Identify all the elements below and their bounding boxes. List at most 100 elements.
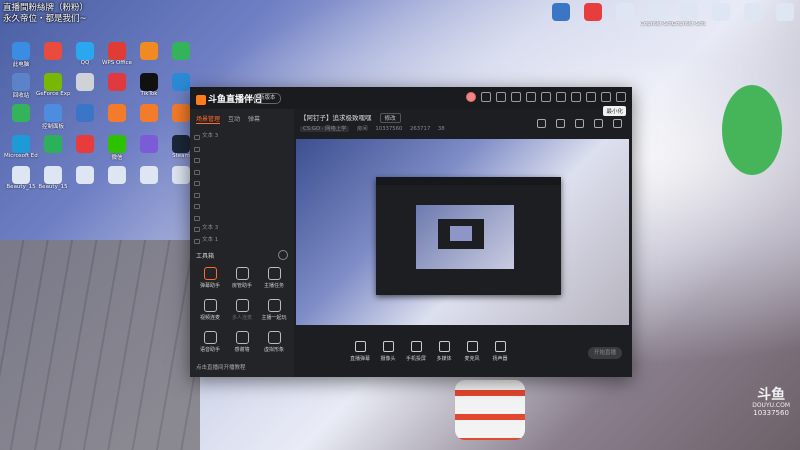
stream-preview[interactable]	[296, 139, 629, 325]
shop-icon[interactable]	[526, 92, 536, 102]
desktop-icon[interactable]	[704, 3, 738, 21]
layout-icon[interactable]	[537, 119, 546, 128]
desktop-icon[interactable]: Beauty_15	[4, 166, 38, 190]
desktop-icon[interactable]	[132, 42, 166, 60]
tool-button[interactable]: 主播一起玩	[258, 299, 290, 321]
control-button[interactable]: 摄像头	[374, 340, 402, 362]
control-button[interactable]: 麦克风	[458, 340, 486, 362]
tab-scene[interactable]: 场景管理	[196, 114, 221, 124]
tool-button[interactable]: 主播任务	[258, 267, 290, 289]
tab-interact[interactable]: 互动	[228, 114, 240, 124]
scene-source-item[interactable]: 文本 3	[194, 131, 290, 143]
gift-icon[interactable]	[511, 92, 521, 102]
tool-button[interactable]: 感谢墙	[226, 331, 258, 353]
scene-source-item[interactable]	[194, 212, 290, 224]
scene-source-item[interactable]	[194, 154, 290, 166]
desktop-icon[interactable]	[68, 73, 102, 91]
tool-label: 弹幕助手	[199, 283, 220, 289]
scene-source-item[interactable]: 文本 3	[194, 223, 290, 235]
desktop-icon-label: Beauty_15	[38, 184, 68, 190]
close-icon[interactable]	[616, 92, 626, 102]
lock-icon[interactable]	[556, 119, 565, 128]
scene-source-item[interactable]	[194, 177, 290, 189]
desktop-icon[interactable]	[68, 135, 102, 153]
tool-button[interactable]: 视频连麦	[194, 299, 226, 321]
scene-source-list: 文本 3 文本 3 文本 1	[190, 129, 294, 248]
desktop-icon[interactable]	[36, 135, 70, 153]
tool-label: 主播一起玩	[261, 315, 287, 321]
desktop-icon[interactable]	[100, 104, 134, 122]
desktop-icon[interactable]	[68, 166, 102, 184]
desktop-icon-label: WPS Office	[101, 60, 133, 66]
scene-source-item[interactable]	[194, 189, 290, 201]
tab-danmu[interactable]: 弹幕	[248, 114, 260, 124]
tutorial-link[interactable]: 点击直播间开播教程	[196, 363, 246, 371]
desktop-icon[interactable]	[544, 3, 578, 21]
headset-icon[interactable]	[481, 92, 491, 102]
desktop-icon[interactable]	[36, 42, 70, 60]
control-button[interactable]: 手机投屏	[402, 340, 430, 362]
message-icon[interactable]	[496, 92, 506, 102]
add-tool-icon[interactable]	[278, 250, 288, 260]
control-icon	[466, 340, 478, 352]
desktop-icon[interactable]: Microsoft Edge	[4, 135, 38, 159]
desktop-icon[interactable]	[164, 42, 198, 60]
desktop-icon[interactable]	[132, 104, 166, 122]
tool-button[interactable]: 房管助手	[226, 267, 258, 289]
douyu-live-companion-window[interactable]: 斗鱼直播伴侣 新版本 最小化 场景管理 互动 弹幕 文本 3 文本 3 文本 1 工…	[190, 87, 632, 377]
start-live-button[interactable]: 开始直播	[588, 347, 622, 359]
version-badge[interactable]: 新版本	[254, 93, 281, 104]
desktop-icon[interactable]: Counter-Strike Global Of...	[640, 3, 674, 27]
scene-source-item[interactable]	[194, 200, 290, 212]
desktop-icon[interactable]	[68, 104, 102, 122]
diamond-icon[interactable]	[541, 92, 551, 102]
desktop-icon[interactable]: 控制面板	[36, 104, 70, 130]
tool-button[interactable]: 弹幕助手	[194, 267, 226, 289]
maximize-icon[interactable]	[601, 92, 611, 102]
desktop-icon[interactable]	[608, 3, 642, 21]
app-logo: 斗鱼直播伴侣	[196, 92, 262, 105]
desktop-icon[interactable]: 此电脑	[4, 42, 38, 68]
screen-icon[interactable]	[575, 119, 584, 128]
control-button[interactable]: 多媒体	[430, 340, 458, 362]
desktop-icon[interactable]: GeForce Experience	[36, 73, 70, 97]
app-icon	[12, 104, 30, 122]
skin-icon[interactable]	[556, 92, 566, 102]
tool-button[interactable]: 多人连麦	[226, 299, 258, 321]
tool-label: 主播任务	[263, 283, 284, 289]
desktop-icon[interactable]: TikTok	[132, 73, 166, 97]
settings-icon[interactable]	[571, 92, 581, 102]
desktop-icon[interactable]	[4, 104, 38, 122]
scene-source-item[interactable]	[194, 166, 290, 178]
control-button[interactable]: 扬声器	[486, 340, 514, 362]
desktop-icon[interactable]	[736, 3, 770, 21]
title-bar[interactable]: 斗鱼直播伴侣 新版本 最小化	[190, 87, 632, 116]
app-icon	[140, 135, 158, 153]
tool-button[interactable]: 虚拟形象	[258, 331, 290, 353]
desktop-icon[interactable]: Beauty_15	[36, 166, 70, 190]
desktop-icon[interactable]: 微信	[100, 135, 134, 161]
scene-source-item[interactable]: 文本 1	[194, 235, 290, 247]
scene-source-item[interactable]	[194, 143, 290, 155]
desktop-icon[interactable]	[132, 166, 166, 184]
tool-label: 语音助手	[199, 347, 220, 353]
tool-button[interactable]: 语音助手	[194, 331, 226, 353]
desktop-icon[interactable]	[768, 3, 800, 21]
minimize-icon[interactable]	[586, 92, 596, 102]
desktop-icon[interactable]	[576, 3, 610, 21]
category-chip[interactable]: CS:GO · 网络上学	[300, 126, 350, 132]
desktop-icon[interactable]	[132, 135, 166, 153]
tool-icon	[267, 299, 281, 312]
desktop-icon[interactable]: Counter-Strike Global Of...	[672, 3, 706, 27]
avatar-icon[interactable]	[466, 92, 476, 102]
wallpaper-floor	[0, 240, 200, 450]
control-button[interactable]: 直播弹幕	[346, 340, 374, 362]
share-icon[interactable]	[613, 119, 622, 128]
desktop-icon[interactable]: WPS Office	[100, 42, 134, 66]
edit-title-button[interactable]: 修改	[379, 113, 401, 123]
desktop-icon[interactable]: 回收站	[4, 73, 38, 99]
desktop-icon[interactable]: QQ	[68, 42, 102, 66]
bell-icon[interactable]	[594, 119, 603, 128]
desktop-icon[interactable]	[100, 73, 134, 91]
desktop-icon[interactable]	[100, 166, 134, 184]
